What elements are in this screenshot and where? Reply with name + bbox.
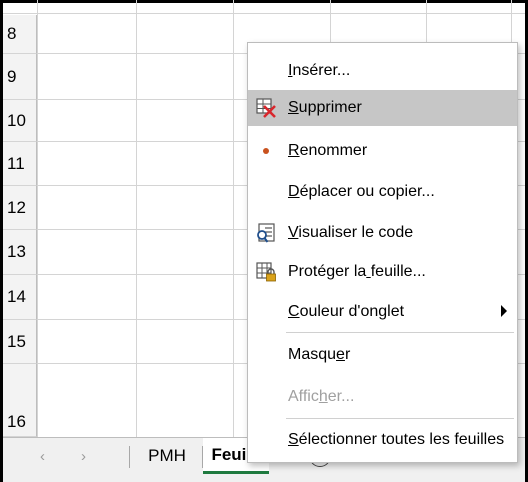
menu-item-label: Masquer xyxy=(288,346,351,363)
menu-item-supprimer[interactable]: Supprimer xyxy=(248,90,517,126)
sheet-tab-pmh[interactable]: PMH xyxy=(133,438,201,474)
menu-item-selectionner-toutes[interactable]: Sélectionner toutes les feuilles xyxy=(248,422,517,458)
protect-sheet-icon xyxy=(255,261,277,283)
row-header[interactable]: 9 xyxy=(3,54,37,100)
menu-item-label: Couleur d'onglet xyxy=(288,303,405,320)
menu-item-label: Déplacer ou copier... xyxy=(288,183,435,200)
menu-item-label: Supprimer xyxy=(288,99,362,116)
menu-item-label: Afficher... xyxy=(288,388,355,405)
menu-item-visualiser-code[interactable]: Visualiser le code xyxy=(248,215,517,251)
menu-item-inserer[interactable]: Insérer... xyxy=(248,53,517,89)
row-header[interactable]: 16 xyxy=(3,364,37,437)
chevron-left-icon[interactable]: ‹ xyxy=(40,448,45,465)
tab-divider xyxy=(129,446,130,468)
row-header[interactable]: 14 xyxy=(3,275,37,320)
dot-icon xyxy=(255,140,277,162)
chevron-right-icon[interactable]: › xyxy=(81,448,86,465)
row-header[interactable]: 10 xyxy=(3,100,37,142)
menu-item-masquer[interactable]: Masquer xyxy=(248,337,517,373)
menu-item-label: Insérer... xyxy=(288,62,351,79)
menu-item-label: Sélectionner toutes les feuilles xyxy=(288,431,505,448)
menu-item-proteger-feuille[interactable]: Protéger la feuille... xyxy=(248,254,517,290)
row-header[interactable]: 12 xyxy=(3,186,37,230)
menu-separator xyxy=(286,418,514,419)
menu-item-couleur-onglet[interactable]: Couleur d'onglet xyxy=(248,294,517,330)
submenu-arrow-icon xyxy=(501,305,507,317)
menu-item-label: Renommer xyxy=(288,142,368,159)
menu-item-label: Visualiser le code xyxy=(288,224,414,241)
row-header[interactable]: 13 xyxy=(3,230,37,275)
sheet-context-menu: Insérer... Supprimer Renommer Déplacer o… xyxy=(247,42,518,463)
menu-item-label: Protéger la feuille... xyxy=(288,263,426,280)
menu-separator xyxy=(286,332,514,333)
row-header[interactable]: 15 xyxy=(3,320,37,364)
view-code-icon xyxy=(255,222,277,244)
row-header[interactable]: 11 xyxy=(3,142,37,186)
grid-top-row xyxy=(3,0,525,14)
menu-item-renommer[interactable]: Renommer xyxy=(248,133,517,169)
delete-sheet-icon xyxy=(255,97,277,119)
menu-item-deplacer-copier[interactable]: Déplacer ou copier... xyxy=(248,174,517,210)
menu-item-afficher: Afficher... xyxy=(248,379,517,415)
row-header[interactable]: 8 xyxy=(3,15,37,54)
